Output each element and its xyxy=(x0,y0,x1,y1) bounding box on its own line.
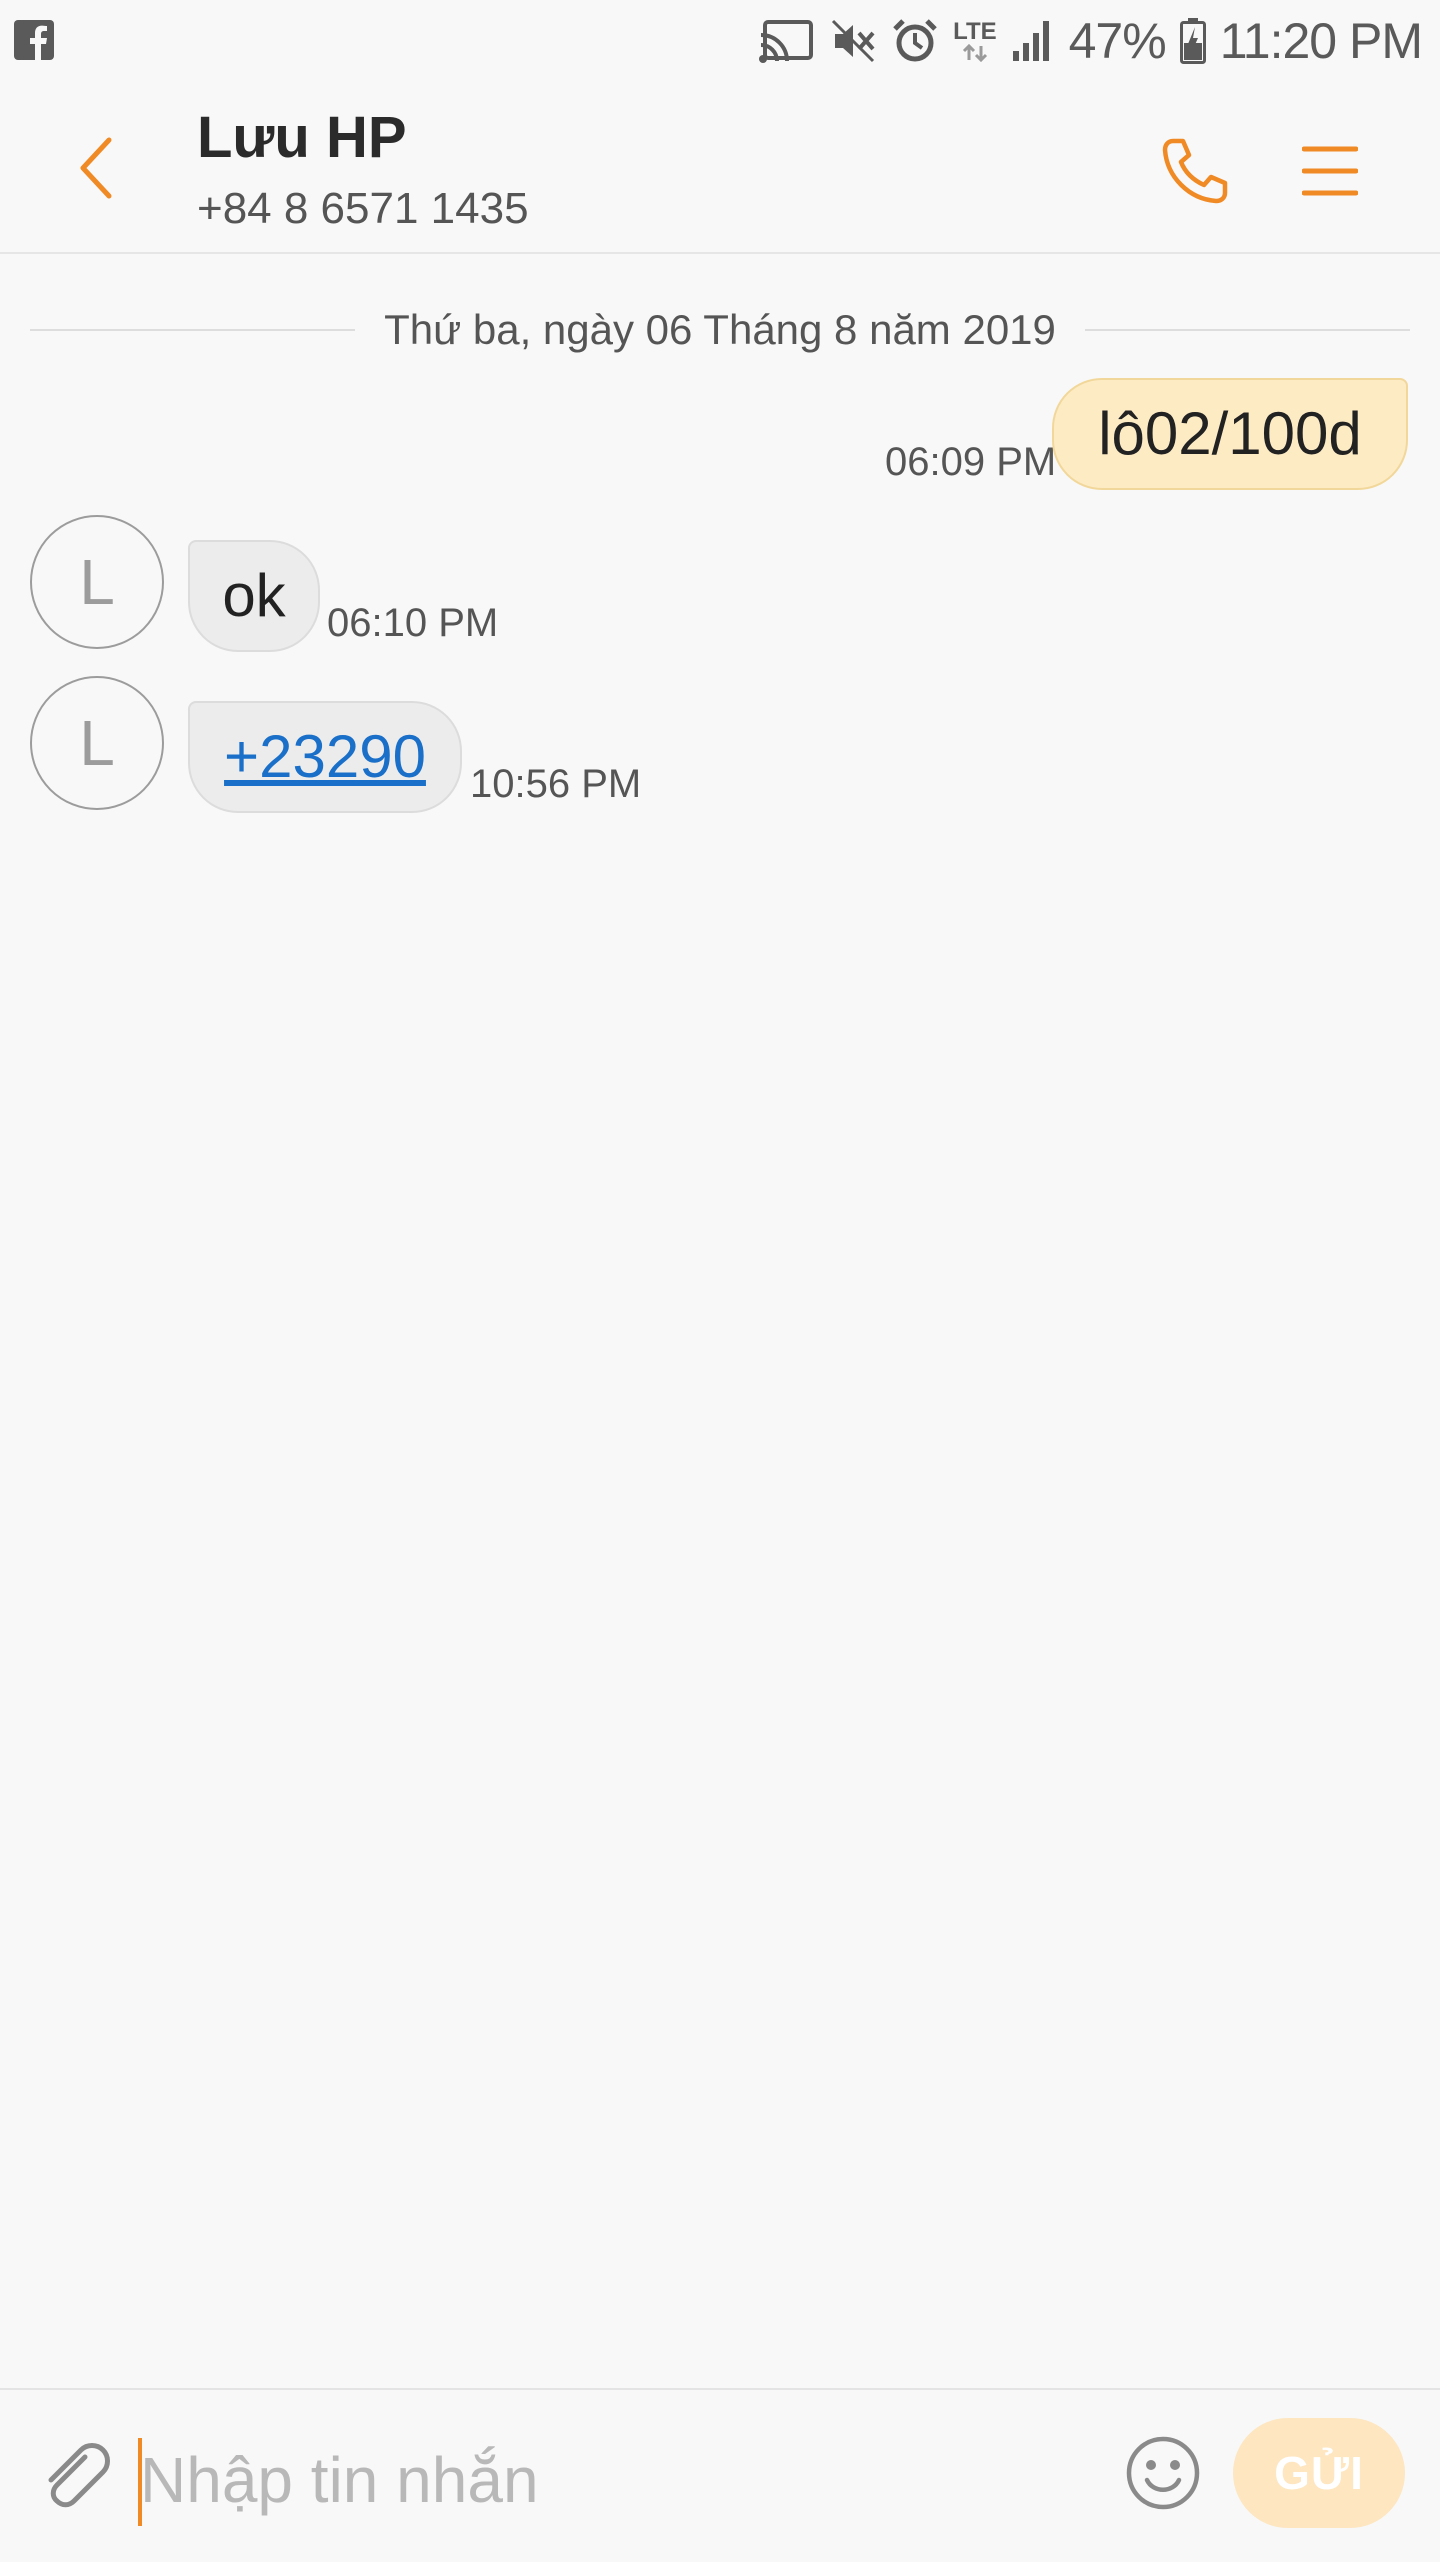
message-input[interactable] xyxy=(140,2430,1080,2530)
lte-icon: LTE xyxy=(953,20,997,62)
chevron-left-icon xyxy=(75,136,115,205)
contact-name: Lưu HP xyxy=(197,105,407,170)
battery-percent: 47% xyxy=(1068,13,1167,69)
battery-icon xyxy=(1179,18,1206,64)
mute-icon xyxy=(829,17,877,65)
message-time: 10:56 PM xyxy=(470,762,642,806)
lte-label: LTE xyxy=(953,18,997,45)
menu-icon xyxy=(1301,143,1359,204)
date-label: Thứ ba, ngày 06 Tháng 8 năm 2019 xyxy=(384,306,1056,353)
avatar[interactable]: L xyxy=(30,676,164,810)
outgoing-message-bubble[interactable]: lô02/100d xyxy=(1052,378,1408,490)
incoming-message-bubble[interactable]: ok xyxy=(188,540,320,652)
emoji-button[interactable] xyxy=(1118,2430,1208,2520)
menu-button[interactable] xyxy=(1285,128,1375,218)
alarm-icon xyxy=(891,17,939,65)
message-text: ok xyxy=(222,562,286,629)
message-time: 06:10 PM xyxy=(327,601,499,645)
status-time: 11:20 PM xyxy=(1219,13,1423,69)
phone-number-link[interactable]: +23290 xyxy=(224,727,426,787)
attach-button[interactable] xyxy=(30,2432,120,2522)
send-button[interactable]: GỬI xyxy=(1233,2418,1405,2528)
emoji-icon xyxy=(1125,2435,1201,2516)
phone-icon xyxy=(1159,135,1231,212)
avatar-letter: L xyxy=(79,546,115,618)
message-time: 06:09 PM xyxy=(885,440,1057,484)
divider-line xyxy=(1085,329,1410,331)
contact-number: +84 8 6571 1435 xyxy=(197,184,529,233)
cast-icon xyxy=(759,19,815,63)
message-composer: GỬI xyxy=(0,2388,1440,2562)
conversation-header: Lưu HP +84 8 6571 1435 xyxy=(0,82,1440,254)
avatar-letter: L xyxy=(79,707,115,779)
message-text: lô02/100d xyxy=(1098,400,1362,467)
date-divider: Thứ ba, ngày 06 Tháng 8 năm 2019 xyxy=(30,300,1410,360)
call-button[interactable] xyxy=(1150,128,1240,218)
avatar[interactable]: L xyxy=(30,515,164,649)
status-icons: LTE 47% 11:20 PM xyxy=(759,0,1423,82)
divider-line xyxy=(30,329,355,331)
paperclip-icon xyxy=(37,2437,113,2518)
incoming-message-bubble[interactable]: +23290 xyxy=(188,701,462,813)
back-button[interactable] xyxy=(55,130,135,210)
status-bar: LTE 47% 11:20 PM xyxy=(0,0,1440,82)
facebook-icon xyxy=(14,20,54,61)
signal-icon xyxy=(1011,19,1055,63)
